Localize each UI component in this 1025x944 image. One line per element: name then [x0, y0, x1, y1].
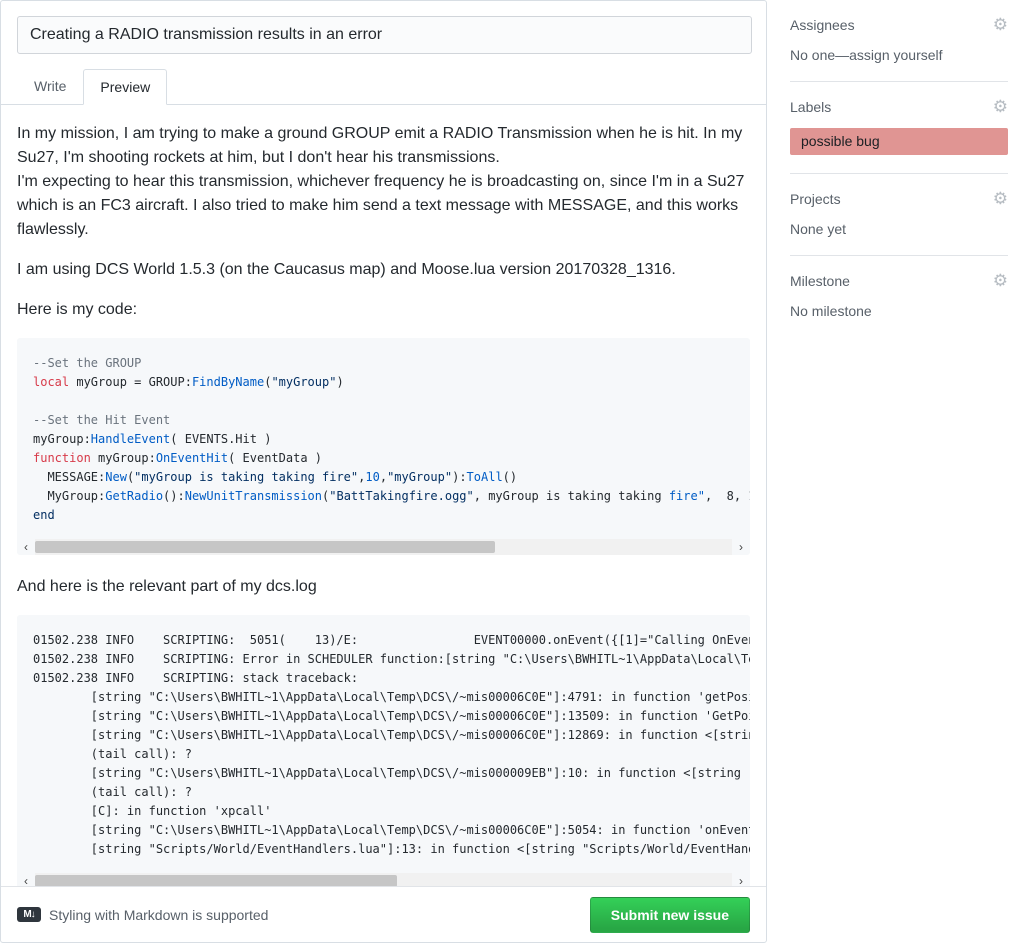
tab-write[interactable]: Write: [17, 68, 83, 104]
body-paragraph-4: And here is the relevant part of my dcs.…: [17, 575, 750, 599]
milestone-heading[interactable]: Milestone: [790, 273, 850, 289]
preview-pane: In my mission, I am trying to make a gro…: [1, 105, 766, 889]
projects-section: Projects ⚙ None yet: [790, 174, 1008, 256]
body-paragraph-3: Here is my code:: [17, 298, 750, 322]
assignees-heading[interactable]: Assignees: [790, 17, 855, 33]
code-horizontal-scrollbar: ‹ ›: [17, 539, 750, 555]
scroll-left-arrow-icon[interactable]: ‹: [17, 539, 35, 555]
assignees-empty-text[interactable]: No one—assign yourself: [790, 47, 1008, 63]
gear-icon[interactable]: ⚙: [993, 99, 1008, 115]
body-paragraph-1: In my mission, I am trying to make a gro…: [17, 122, 750, 242]
milestone-section: Milestone ⚙ No milestone: [790, 256, 1008, 337]
labels-section: Labels ⚙ possible bug: [790, 82, 1008, 174]
milestone-empty-text: No milestone: [790, 303, 1008, 319]
paragraph-line: In my mission, I am trying to make a gro…: [17, 122, 750, 170]
gear-icon[interactable]: ⚙: [993, 191, 1008, 207]
body-paragraph-2: I am using DCS World 1.5.3 (on the Cauca…: [17, 258, 750, 282]
issue-composer: Write Preview In my mission, I am trying…: [0, 0, 767, 943]
projects-heading[interactable]: Projects: [790, 191, 841, 207]
issue-sidebar: Assignees ⚙ No one—assign yourself Label…: [790, 0, 1008, 337]
gear-icon[interactable]: ⚙: [993, 273, 1008, 289]
tab-preview[interactable]: Preview: [83, 69, 167, 105]
labels-heading[interactable]: Labels: [790, 99, 831, 115]
scrollbar-thumb[interactable]: [35, 541, 495, 553]
composer-footer: M↓ Styling with Markdown is supported Su…: [1, 886, 766, 942]
assignees-section: Assignees ⚙ No one—assign yourself: [790, 0, 1008, 82]
scroll-right-arrow-icon[interactable]: ›: [732, 539, 750, 555]
lua-code-block: --Set the GROUP local myGroup = GROUP:Fi…: [17, 338, 750, 539]
markdown-support-note: M↓ Styling with Markdown is supported: [17, 907, 268, 923]
paragraph-line: I'm expecting to hear this transmission,…: [17, 170, 750, 242]
projects-empty-text: None yet: [790, 221, 1008, 237]
dcs-log-block: 01502.238 INFO SCRIPTING: 5051( 13)/E: E…: [17, 615, 750, 873]
write-preview-tabs: Write Preview: [1, 68, 766, 105]
gear-icon[interactable]: ⚙: [993, 17, 1008, 33]
scrollbar-track[interactable]: [35, 539, 732, 555]
submit-new-issue-button[interactable]: Submit new issue: [590, 897, 750, 933]
markdown-note-text: Styling with Markdown is supported: [49, 907, 268, 923]
issue-title-input[interactable]: [17, 16, 752, 54]
label-possible-bug[interactable]: possible bug: [790, 128, 1008, 155]
markdown-icon: M↓: [17, 907, 41, 922]
